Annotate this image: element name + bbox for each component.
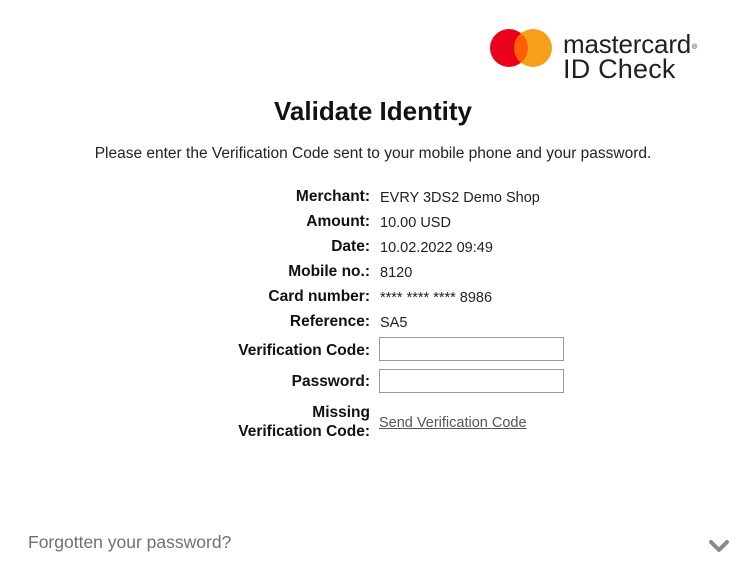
detail-row-amount: Amount: 10.00 USD — [0, 211, 746, 233]
send-verification-code-link[interactable]: Send Verification Code — [379, 413, 527, 433]
missing-label-line1: Missing — [312, 404, 370, 421]
mobile-value: 8120 — [380, 265, 413, 281]
merchant-label: Merchant: — [295, 188, 370, 205]
page-title: Validate Identity — [274, 96, 472, 126]
verification-code-label: Verification Code: — [238, 342, 370, 359]
instructions-text: Please enter the Verification Code sent … — [94, 145, 652, 162]
password-input[interactable] — [379, 369, 564, 393]
mastercard-id-check-logo: mastercard® ID Check — [489, 24, 714, 84]
date-label: Date: — [331, 238, 370, 255]
card-number-label: Card number: — [268, 288, 370, 305]
password-row: Password: — [0, 371, 746, 393]
missing-verification-code-label: Missing Verification Code: — [238, 403, 370, 441]
merchant-value: EVRY 3DS2 Demo Shop — [380, 190, 540, 206]
detail-row-date: Date: 10.02.2022 09:49 — [0, 236, 746, 258]
chevron-down-icon[interactable] — [708, 538, 730, 554]
reference-value: SA5 — [380, 315, 408, 331]
verification-code-input[interactable] — [379, 337, 564, 361]
detail-row-mobile: Mobile no.: 8120 — [0, 261, 746, 283]
mastercard-circles-icon — [489, 28, 553, 68]
amount-value: 10.00 USD — [380, 215, 451, 231]
detail-row-merchant: Merchant: EVRY 3DS2 Demo Shop — [0, 186, 746, 208]
card-number-value: **** **** **** 8986 — [380, 290, 493, 306]
detail-row-card-number: Card number: **** **** **** 8986 — [0, 286, 746, 308]
amount-label: Amount: — [306, 213, 370, 230]
password-label: Password: — [291, 373, 370, 390]
verification-code-row: Verification Code: — [0, 340, 746, 362]
reference-label: Reference: — [289, 313, 370, 330]
date-value: 10.02.2022 09:49 — [380, 240, 493, 256]
mobile-label: Mobile no.: — [288, 263, 370, 280]
forgotten-password-toggle[interactable]: Forgotten your password? — [28, 530, 231, 554]
detail-row-reference: Reference: SA5 — [0, 311, 746, 333]
missing-label-line2: Verification Code: — [238, 423, 370, 440]
id-check-wordmark: ID Check — [563, 54, 676, 84]
